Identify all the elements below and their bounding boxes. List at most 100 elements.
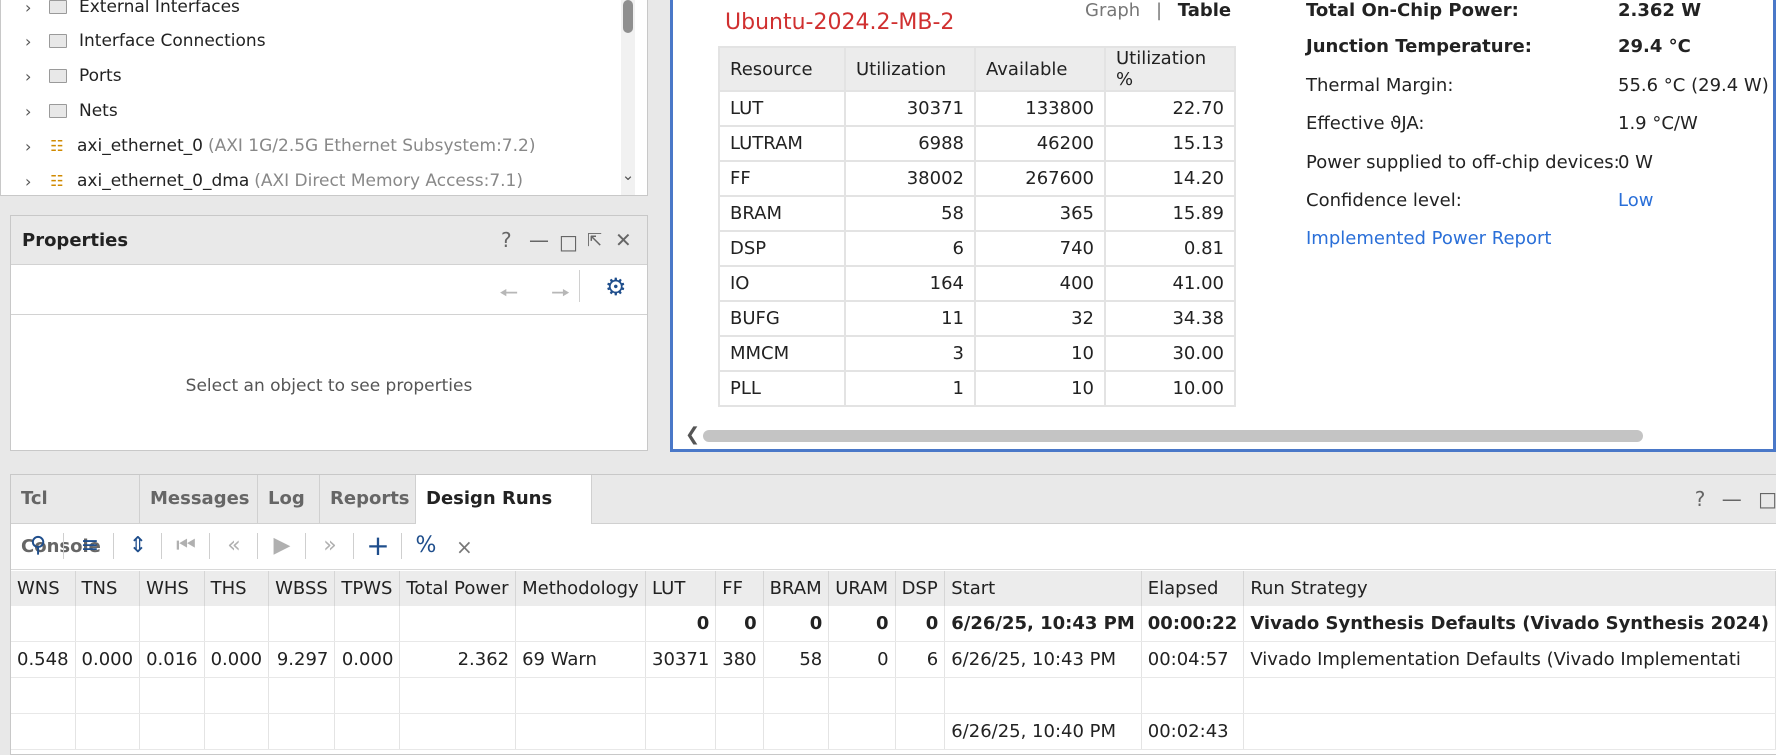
horizontal-scrollbar[interactable]	[703, 430, 1643, 442]
add-icon[interactable]: +	[364, 532, 392, 560]
table-cell	[11, 677, 76, 714]
utilization-row[interactable]: LUTRAM 6988 46200 15.13	[718, 125, 1236, 162]
column-header[interactable]: Start	[944, 571, 1142, 606]
thermal-margin-label: Thermal Margin:	[1306, 75, 1454, 96]
column-header[interactable]: Resource	[718, 46, 846, 92]
scroll-left-icon[interactable]: ❮	[685, 424, 700, 445]
runs-toolbar: ⚲ ≡ ⇕ ⏮ « ▶ » + %	[11, 523, 1776, 570]
tree-item[interactable]: › Interface Connections	[1, 24, 266, 58]
table-row[interactable]: 0 0 0 0 0 6/26/25, 10:43 PM 00:00:22 Vivado Syn…	[11, 606, 1776, 642]
tree-item[interactable]: › Ports	[1, 59, 122, 93]
first-icon[interactable]: ⏮	[172, 532, 200, 560]
utilization-row[interactable]: MMCM 3 10 30.00	[718, 335, 1236, 372]
tab-design-runs[interactable]: Design Runs ×	[416, 475, 592, 559]
tab-log[interactable]: Log	[258, 475, 320, 523]
resource-name: PLL	[718, 370, 846, 407]
table-view-link[interactable]: Table	[1178, 0, 1231, 21]
table-cell	[399, 677, 517, 714]
column-header[interactable]: TNS	[75, 571, 141, 606]
tree-item[interactable]: › External Interfaces	[1, 0, 240, 24]
properties-panel: Properties ? — □ ⇱ ✕ 🠔 🠖 ⚙ Select an obj…	[10, 215, 648, 451]
back-arrow-icon[interactable]: 🠔	[499, 276, 518, 314]
collapse-all-icon[interactable]: ≡	[76, 532, 104, 560]
table-row[interactable]: 6/26/25, 10:40 PM 00:02:43	[11, 713, 1776, 750]
chevron-right-icon[interactable]: ›	[25, 0, 41, 17]
column-header[interactable]: WHS	[139, 571, 205, 606]
tree-item[interactable]: › ☷ axi_ethernet_0_dma (AXI Direct Memory A…	[1, 164, 523, 195]
utilization-cell: 32	[974, 300, 1106, 337]
table-cell	[828, 713, 896, 750]
toolbar-divider	[161, 533, 162, 559]
fast-forward-icon[interactable]: »	[316, 532, 344, 560]
maximize-icon[interactable]: □	[559, 230, 578, 254]
maximize-icon[interactable]: □	[1758, 487, 1776, 511]
table-cell: 0.000	[75, 641, 141, 678]
help-icon[interactable]: ?	[1695, 487, 1706, 511]
tab-reports[interactable]: Reports	[320, 475, 416, 523]
column-header[interactable]: Total Power	[399, 571, 517, 606]
column-header[interactable]: LUT	[645, 571, 717, 606]
chevron-right-icon[interactable]: ›	[25, 137, 41, 156]
chevron-right-icon[interactable]: ›	[25, 172, 41, 191]
table-cell	[11, 606, 76, 642]
tree-item[interactable]: › Nets	[1, 94, 118, 128]
graph-view-link[interactable]: Graph	[1085, 0, 1140, 21]
column-header[interactable]: FF	[715, 571, 764, 606]
column-header[interactable]: Available	[974, 46, 1106, 92]
bottom-tab-bar: Tcl Console Messages Log Reports Design …	[11, 475, 1776, 559]
column-header[interactable]: WNS	[11, 571, 76, 606]
chevron-right-icon[interactable]: ›	[25, 32, 41, 51]
utilization-cell: 30.00	[1104, 335, 1236, 372]
tree-scroll-thumb[interactable]	[623, 0, 633, 33]
column-header[interactable]: WBSS	[268, 571, 336, 606]
rewind-icon[interactable]: «	[220, 532, 248, 560]
column-header[interactable]: Utilization %	[1104, 46, 1236, 92]
column-header[interactable]: TPWS	[334, 571, 401, 606]
table-row[interactable]: 0.548 0.000 0.016 0.000 9.297 0.000 2.362 69 Wa…	[11, 641, 1776, 678]
gear-icon[interactable]: ⚙	[605, 273, 627, 301]
tab-messages[interactable]: Messages	[140, 475, 258, 523]
column-header[interactable]: Methodology	[515, 571, 647, 606]
table-cell	[715, 713, 764, 750]
utilization-row[interactable]: DSP 6 740 0.81	[718, 230, 1236, 267]
utilization-row[interactable]: IO 164 400 41.00	[718, 265, 1236, 302]
expand-all-icon[interactable]: ⇕	[124, 532, 152, 560]
table-cell	[828, 677, 896, 714]
column-header[interactable]: URAM	[828, 571, 896, 606]
forward-arrow-icon[interactable]: 🠖	[551, 276, 570, 314]
resource-name: FF	[718, 160, 846, 197]
hierarchy-tree[interactable]: › External Interfaces › Interface Connectio…	[0, 0, 648, 196]
table-cell: 0	[895, 606, 946, 642]
utilization-row[interactable]: BRAM 58 365 15.89	[718, 195, 1236, 232]
utilization-row[interactable]: LUT 30371 133800 22.70	[718, 90, 1236, 127]
tab-tcl-console[interactable]: Tcl Console	[11, 475, 140, 557]
confidence-value-link[interactable]: Low	[1618, 190, 1653, 211]
chevron-down-icon[interactable]: ⌄	[619, 166, 637, 184]
close-icon[interactable]: ✕	[615, 228, 632, 252]
table-row[interactable]	[11, 677, 1776, 714]
resource-name: LUT	[718, 90, 846, 127]
minimize-icon[interactable]: —	[1722, 487, 1742, 511]
play-icon[interactable]: ▶	[268, 532, 296, 560]
table-cell	[515, 606, 647, 642]
power-report-link[interactable]: Implemented Power Report	[1306, 228, 1551, 249]
search-icon[interactable]: ⚲	[24, 532, 52, 560]
column-header[interactable]: THS	[204, 571, 270, 606]
minimize-icon[interactable]: —	[529, 228, 549, 252]
column-header[interactable]: Utilization	[844, 46, 976, 92]
utilization-row[interactable]: PLL 1 10 10.00	[718, 370, 1236, 407]
utilization-row[interactable]: BUFG 11 32 34.38	[718, 300, 1236, 337]
table-cell: 00:04:57	[1141, 641, 1245, 678]
chevron-right-icon[interactable]: ›	[25, 67, 41, 86]
utilization-row[interactable]: FF 38002 267600 14.20	[718, 160, 1236, 197]
percent-icon[interactable]: %	[412, 532, 440, 560]
column-header[interactable]: BRAM	[763, 571, 830, 606]
column-header[interactable]: DSP	[895, 571, 946, 606]
tree-item[interactable]: › ☷ axi_ethernet_0 (AXI 1G/2.5G Ethernet Su…	[1, 129, 535, 163]
column-header[interactable]: Run Strategy	[1243, 571, 1776, 606]
help-icon[interactable]: ?	[501, 228, 512, 252]
chevron-right-icon[interactable]: ›	[25, 102, 41, 121]
column-header[interactable]: Elapsed	[1141, 571, 1245, 606]
float-icon[interactable]: ⇱	[587, 230, 602, 251]
junction-temp-label: Junction Temperature:	[1306, 36, 1532, 57]
